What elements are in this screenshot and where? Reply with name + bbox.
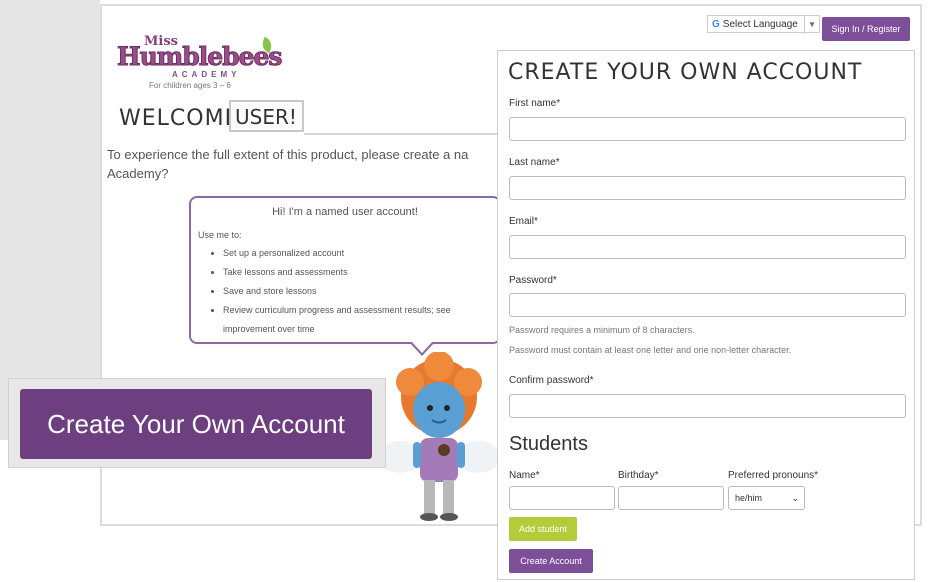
password-hint-length: Password requires a minimum of 8 charact… bbox=[509, 325, 695, 335]
create-your-own-account-button[interactable]: Create Your Own Account bbox=[20, 389, 372, 459]
email-label: Email* bbox=[509, 216, 538, 227]
student-name-input[interactable] bbox=[509, 486, 615, 510]
form-title: CREATE YOUR OWN ACCOUNT bbox=[508, 60, 863, 85]
list-item: Review curriculum progress and assessmen… bbox=[223, 301, 493, 339]
first-name-input[interactable] bbox=[509, 117, 906, 141]
mascot-character-icon bbox=[380, 352, 498, 521]
students-heading: Students bbox=[509, 433, 588, 455]
first-name-label: First name* bbox=[509, 98, 561, 109]
confirm-password-input[interactable] bbox=[509, 394, 906, 418]
chevron-down-icon: ⌄ bbox=[791, 493, 799, 503]
academy-logo: Miss Humblebees ACADEMY For children age… bbox=[117, 34, 287, 92]
add-student-button[interactable]: Add student bbox=[509, 517, 577, 541]
intro-text: To experience the full extent of this pr… bbox=[107, 145, 497, 183]
logo-tagline: For children ages 3 – 6 bbox=[149, 81, 231, 90]
pronouns-selected-value: he/him bbox=[735, 493, 763, 503]
language-select-label: Select Language bbox=[722, 19, 798, 30]
intro-line-2: Academy? bbox=[107, 166, 169, 181]
intro-line-1: To experience the full extent of this pr… bbox=[107, 147, 469, 162]
background-panel-strip bbox=[64, 0, 100, 440]
student-name-label: Name* bbox=[509, 470, 540, 481]
logo-name-text: Humblebees bbox=[117, 42, 283, 72]
language-select[interactable]: G Select Language ▼ bbox=[707, 15, 820, 34]
divider bbox=[304, 133, 500, 135]
speech-bubble: Hi! I'm a named user account! Use me to:… bbox=[189, 196, 501, 344]
sign-in-register-button[interactable]: Sign In / Register bbox=[822, 17, 910, 41]
logo-academy-text: ACADEMY bbox=[172, 70, 241, 79]
password-hint-chars: Password must contain at least one lette… bbox=[509, 345, 792, 355]
list-item: Save and store lessons bbox=[223, 282, 493, 301]
chevron-down-icon: ▼ bbox=[804, 16, 816, 34]
student-birthday-input[interactable] bbox=[618, 486, 724, 510]
password-label: Password* bbox=[509, 275, 557, 286]
password-input[interactable] bbox=[509, 293, 906, 317]
list-item: Set up a personalized account bbox=[223, 244, 493, 263]
bubble-title: Hi! I'm a named user account! bbox=[272, 206, 418, 218]
username-highlight: USER! bbox=[229, 100, 304, 132]
list-item: Take lessons and assessments bbox=[223, 263, 493, 282]
create-account-form: CREATE YOUR OWN ACCOUNT First name* Last… bbox=[497, 50, 915, 580]
student-pronouns-label: Preferred pronouns* bbox=[728, 470, 819, 481]
background-panel-left bbox=[0, 0, 64, 440]
bubble-use-me: Use me to: bbox=[198, 230, 242, 240]
email-input[interactable] bbox=[509, 235, 906, 259]
create-account-button[interactable]: Create Account bbox=[509, 549, 593, 573]
pronouns-select[interactable]: he/him ⌄ bbox=[728, 486, 805, 510]
last-name-input[interactable] bbox=[509, 176, 906, 200]
confirm-password-label: Confirm password* bbox=[509, 375, 594, 386]
student-birthday-label: Birthday* bbox=[618, 470, 659, 481]
google-g-icon: G bbox=[712, 19, 720, 30]
bubble-list: Set up a personalized account Take lesso… bbox=[191, 244, 493, 339]
last-name-label: Last name* bbox=[509, 157, 560, 168]
